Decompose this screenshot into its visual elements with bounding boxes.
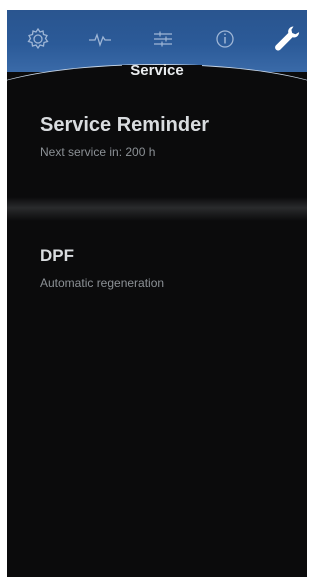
wrench-icon — [275, 26, 300, 51]
tab-adjust[interactable] — [150, 26, 176, 52]
screen-title: Service — [130, 62, 184, 79]
dpf-item[interactable]: DPF Automatic regeneration — [7, 216, 307, 316]
tab-info[interactable] — [212, 26, 238, 52]
info-icon — [216, 30, 234, 48]
dpf-title: DPF — [40, 246, 74, 265]
service-reminder-item[interactable]: Service Reminder Next service in: 200 h — [7, 100, 307, 200]
pulse-icon — [89, 33, 111, 48]
gear-icon — [27, 27, 49, 50]
tab-service[interactable] — [272, 24, 302, 54]
service-reminder-title: Service Reminder — [40, 114, 209, 136]
device-screen: Service Service Reminder Next service in… — [7, 10, 307, 577]
service-reminder-subtitle: Next service in: 200 h — [40, 145, 156, 159]
sliders-icon — [154, 31, 172, 47]
tab-settings[interactable] — [25, 26, 51, 52]
dpf-subtitle: Automatic regeneration — [40, 276, 165, 290]
tab-monitor[interactable] — [87, 26, 113, 52]
